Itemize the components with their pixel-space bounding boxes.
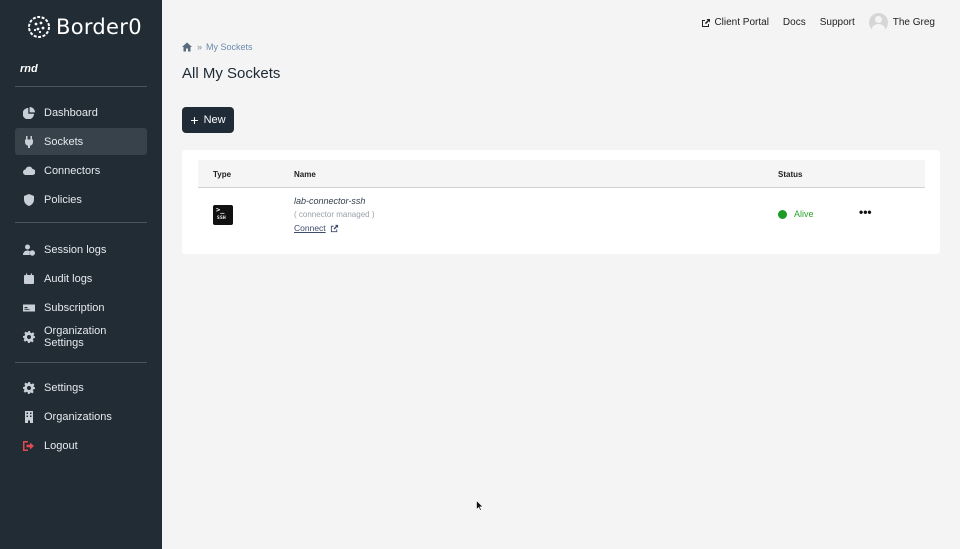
- page-title: All My Sockets: [182, 65, 281, 82]
- brand-name: Border0: [56, 15, 142, 39]
- breadcrumb: » My Sockets: [182, 42, 253, 52]
- gear-icon: [23, 330, 35, 343]
- external-link-icon: [702, 18, 711, 27]
- sidebar-item-connectors[interactable]: Connectors: [15, 157, 147, 184]
- sidebar-item-settings[interactable]: Settings: [15, 374, 147, 401]
- sidebar-item-audit-logs[interactable]: Audit logs: [15, 265, 147, 292]
- row-actions-menu[interactable]: •••: [859, 205, 872, 219]
- sidebar-item-label: Audit logs: [44, 272, 93, 285]
- ssh-label: SSH: [217, 216, 227, 221]
- external-link-icon: [330, 224, 338, 232]
- sidebar-item-session-logs[interactable]: Session logs: [15, 236, 147, 263]
- sidebar-item-logout[interactable]: Logout: [15, 432, 147, 459]
- plus-icon: +: [190, 112, 199, 128]
- sidebar-item-subscription[interactable]: Subscription: [15, 294, 147, 321]
- column-header-type: Type: [213, 170, 232, 179]
- sidebar-item-organization-settings[interactable]: Organization Settings: [15, 323, 147, 350]
- sidebar-item-label: Policies: [44, 193, 82, 206]
- sidebar: Border0 rnd Dashboard Sockets Connectors…: [0, 0, 162, 549]
- docs-label: Docs: [782, 17, 806, 28]
- ssh-icon: >_ SSH: [213, 205, 233, 225]
- sidebar-item-label: Organization Settings: [44, 324, 107, 349]
- status-badge: Alive: [778, 209, 814, 219]
- pie-chart-icon: [23, 106, 35, 119]
- brand-logo[interactable]: Border0: [27, 15, 142, 39]
- support-link[interactable]: Support: [820, 17, 855, 28]
- calendar-icon: [23, 273, 35, 285]
- mouse-cursor-icon: [476, 500, 484, 511]
- sidebar-item-label: Session logs: [44, 243, 107, 256]
- sidebar-item-sockets[interactable]: Sockets: [15, 128, 147, 155]
- column-header-status: Status: [778, 170, 803, 179]
- top-bar: Client Portal Docs Support The Greg: [687, 13, 935, 32]
- avatar: [868, 13, 888, 32]
- sidebar-item-label: Subscription: [44, 301, 105, 314]
- sockets-table: Type Name Status >_ SSH lab-connector-ss…: [182, 150, 940, 254]
- support-label: Support: [819, 17, 855, 28]
- sidebar-item-label: Sockets: [44, 135, 84, 148]
- ssh-prompt: >_: [216, 206, 225, 214]
- org-name: rnd: [20, 63, 38, 75]
- client-portal-label: Client Portal: [714, 17, 769, 28]
- socket-name[interactable]: lab-connector-ssh: [294, 196, 365, 206]
- sidebar-divider: [15, 86, 147, 87]
- sidebar-item-label: Organizations: [44, 410, 112, 423]
- socket-managed-note: ( connector managed ): [294, 210, 375, 219]
- client-portal-link[interactable]: Client Portal: [701, 17, 769, 28]
- border0-logo-icon: [28, 16, 50, 38]
- table-header: Type Name Status: [198, 160, 925, 188]
- home-icon[interactable]: [182, 42, 192, 52]
- sidebar-item-label: Settings: [44, 381, 84, 394]
- shield-icon: [23, 193, 35, 206]
- status-dot-icon: [778, 209, 787, 219]
- docs-link[interactable]: Docs: [783, 17, 806, 28]
- sidebar-item-label: Connectors: [44, 164, 101, 177]
- user-name: The Greg: [892, 17, 935, 28]
- cloud-icon: [23, 165, 35, 177]
- building-icon: [23, 410, 35, 423]
- logout-icon: [23, 440, 35, 452]
- gear-icon: [23, 381, 35, 394]
- sidebar-divider: [15, 362, 147, 363]
- status-label: Alive: [794, 209, 814, 219]
- sidebar-item-label: Dashboard: [44, 106, 98, 119]
- connect-link[interactable]: Connect: [294, 223, 339, 233]
- connect-label: Connect: [294, 223, 326, 233]
- table-row: >_ SSH lab-connector-ssh ( connector man…: [198, 190, 925, 250]
- breadcrumb-current[interactable]: My Sockets: [206, 42, 253, 52]
- sidebar-item-policies[interactable]: Policies: [15, 186, 147, 213]
- user-menu[interactable]: The Greg: [868, 13, 935, 32]
- new-socket-button[interactable]: + New: [182, 107, 234, 133]
- new-button-label: New: [203, 114, 226, 126]
- card-icon: [23, 302, 35, 314]
- column-header-name: Name: [294, 170, 316, 179]
- sidebar-item-organizations[interactable]: Organizations: [15, 403, 147, 430]
- sidebar-divider: [15, 222, 147, 223]
- sidebar-item-label: Logout: [44, 439, 78, 452]
- sidebar-item-dashboard[interactable]: Dashboard: [15, 99, 147, 126]
- breadcrumb-separator: »: [197, 42, 202, 52]
- plug-icon: [23, 135, 35, 148]
- user-clock-icon: [23, 244, 35, 256]
